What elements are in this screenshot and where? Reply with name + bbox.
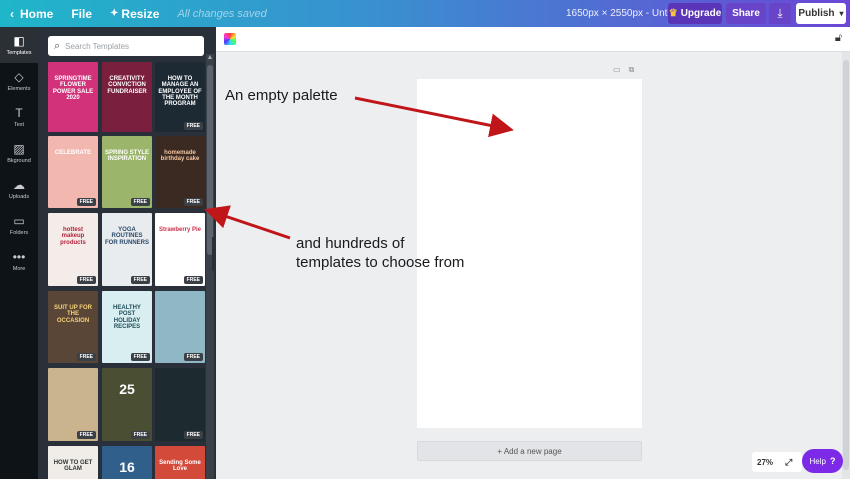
arrow-to-palette: [354, 96, 514, 138]
arrow-to-templates: [204, 205, 291, 240]
annotation-arrows: [204, 96, 514, 240]
